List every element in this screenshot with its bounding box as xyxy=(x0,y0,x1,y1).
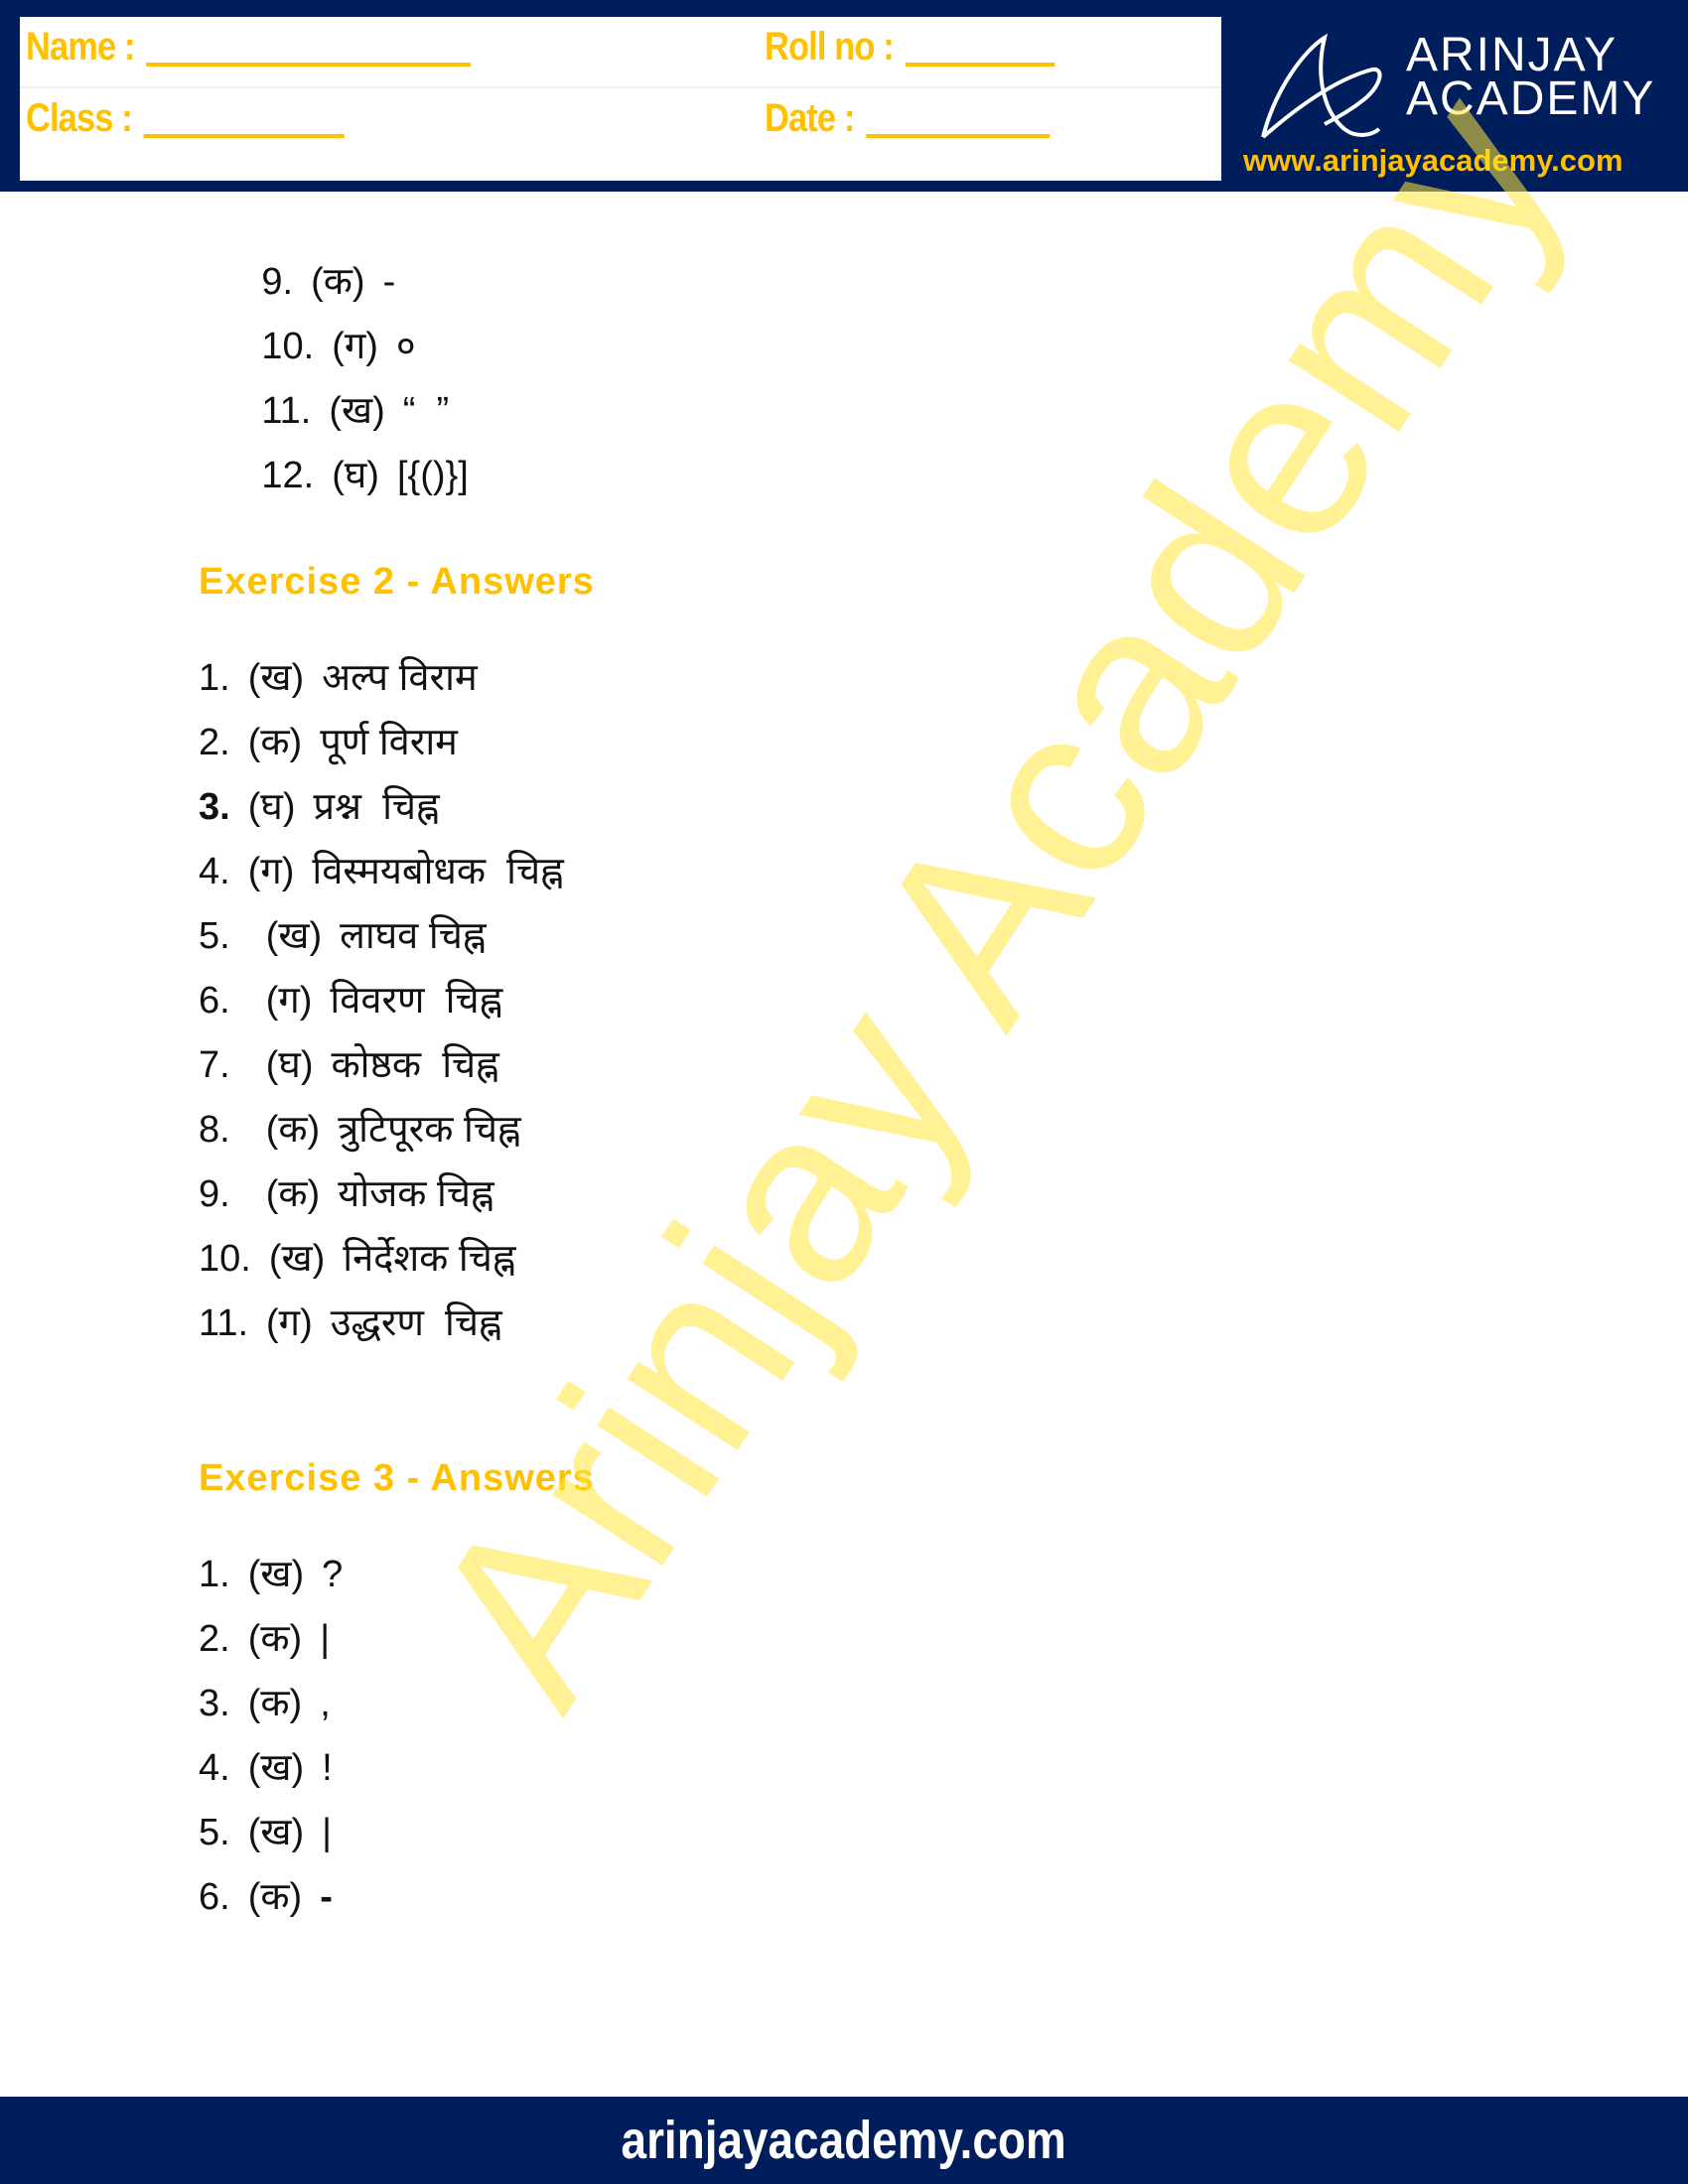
list-item: 4. (ख)! xyxy=(199,1740,333,1792)
brand-name: ARINJAY ACADEMY xyxy=(1406,29,1656,125)
item-number: 12. xyxy=(261,455,315,496)
roll-no-label: Roll no : xyxy=(765,24,895,68)
item-answer: त्रुटिपूरक चिह्न xyxy=(338,1109,521,1151)
item-answer: अल्प विराम xyxy=(322,657,478,699)
name-field[interactable]: Name : xyxy=(26,17,472,76)
list-item: 10. (ख) निर्देशक चिह्न xyxy=(199,1231,516,1283)
item-answer: कोष्ठक चिह्न xyxy=(331,1044,499,1086)
item-answer: उद्धरण चिह्न xyxy=(330,1302,502,1344)
list-item: 5. (ख) लाघव चिह्न xyxy=(199,908,486,960)
roll-no-field[interactable]: Roll no : xyxy=(765,17,1055,76)
item-option: (ग) xyxy=(266,1302,313,1344)
class-field[interactable]: Class : xyxy=(26,88,345,148)
item-number: 2. xyxy=(199,722,230,763)
brand-name-line1: ARINJAY xyxy=(1406,29,1618,81)
item-number: 11. xyxy=(199,1302,249,1344)
list-item: 1. (ख)? xyxy=(199,1547,343,1598)
item-number: 6. xyxy=(199,980,230,1022)
item-option: (क) xyxy=(247,722,303,763)
item-answer: विस्मयबोधक चिह्न xyxy=(312,851,564,892)
list-item: 7. (घ) कोष्ठक चिह्न xyxy=(199,1037,499,1089)
item-option: (ख) xyxy=(268,1238,326,1280)
item-option: (ग) xyxy=(247,851,295,892)
item-answer: ? xyxy=(322,1554,344,1595)
item-option: (घ) xyxy=(247,786,296,828)
item-answer: योजक चिह्न xyxy=(338,1173,494,1215)
item-option: (क) xyxy=(247,1876,303,1918)
list-item: 4. (ग) विस्मयबोधक चिह्न xyxy=(199,844,564,895)
item-number: 7. xyxy=(199,1044,230,1086)
date-field[interactable]: Date : xyxy=(765,88,1051,148)
brand-name-line2: ACADEMY xyxy=(1406,72,1656,125)
item-answer: ! xyxy=(322,1747,333,1789)
exercise-3-heading: Exercise 3 - Answers xyxy=(199,1457,595,1499)
item-answer: | xyxy=(322,1812,332,1853)
list-item: 5. (ख) | xyxy=(199,1805,332,1856)
brand-block: ARINJAY ACADEMY www.arinjayacademy.com xyxy=(1231,20,1688,189)
student-info-form: Name : Roll no : Class : Date : xyxy=(20,17,1221,181)
item-number: 5. xyxy=(199,915,230,957)
list-item: 6. (ग) विवरण चिह्न xyxy=(199,973,502,1024)
arinjay-logo-icon xyxy=(1261,33,1382,139)
form-row-2: Class : Date : xyxy=(20,88,1221,158)
item-answer: लाघव चिह्न xyxy=(340,915,487,957)
form-row-1: Name : Roll no : xyxy=(20,17,1221,88)
item-number: 4. xyxy=(199,1747,230,1789)
item-number: 10. xyxy=(199,1238,251,1280)
item-answer: , xyxy=(320,1683,331,1724)
item-option: (ग) xyxy=(265,980,313,1022)
list-item: 2. (क) | xyxy=(199,1611,330,1663)
roll-no-blank[interactable] xyxy=(905,27,1055,67)
item-number: 1. xyxy=(199,657,230,699)
name-label: Name : xyxy=(26,24,135,68)
page-footer: arinjayacademy.com xyxy=(0,2097,1688,2184)
item-option: (क) xyxy=(247,1618,303,1660)
class-label: Class : xyxy=(26,95,133,140)
item-answer: [{()}] xyxy=(396,455,469,496)
item-option: (घ) xyxy=(332,455,379,496)
name-blank[interactable] xyxy=(146,27,472,67)
list-item: 3. (क), xyxy=(199,1676,331,1727)
item-number: 8. xyxy=(199,1109,230,1151)
item-option: (ख) xyxy=(247,1812,305,1853)
item-number: 3. xyxy=(199,786,230,828)
list-item: 11. (ग) उद्धरण चिह्न xyxy=(199,1296,502,1347)
item-number: 1. xyxy=(199,1554,230,1595)
list-item: 3. (घ) प्रश्न चिह्न xyxy=(199,779,440,831)
list-item: 1. (ख) अल्प विराम xyxy=(199,650,478,702)
item-number: 6. xyxy=(199,1876,230,1918)
item-answer: पूर्ण विराम xyxy=(320,722,458,763)
class-blank[interactable] xyxy=(143,98,345,138)
list-item: 2. (क) पूर्ण विराम xyxy=(199,715,458,766)
date-blank[interactable] xyxy=(866,98,1051,138)
page-header: Name : Roll no : Class : Date : ARINJAY … xyxy=(0,0,1688,192)
item-number: 9. xyxy=(199,1173,230,1215)
item-number: 5. xyxy=(199,1812,230,1853)
item-option: (क) xyxy=(265,1109,321,1151)
item-answer: विवरण चिह्न xyxy=(330,980,503,1022)
list-item: 8. (क) त्रुटिपूरक चिह्न xyxy=(199,1102,521,1154)
list-item: 6. (क) - xyxy=(199,1869,333,1921)
item-option: (क) xyxy=(247,1683,303,1724)
item-option: (ख) xyxy=(247,657,305,699)
item-option: (ख) xyxy=(265,915,323,957)
footer-url[interactable]: arinjayacademy.com xyxy=(622,2110,1066,2171)
item-number: 3. xyxy=(199,1683,230,1724)
list-item: 9. (क) योजक चिह्न xyxy=(199,1166,494,1218)
item-option: (ख) xyxy=(247,1747,305,1789)
item-answer: | xyxy=(320,1618,331,1660)
item-answer: - xyxy=(320,1876,333,1918)
item-number: 4. xyxy=(199,851,230,892)
brand-url[interactable]: www.arinjayacademy.com xyxy=(1243,143,1623,179)
date-label: Date : xyxy=(765,95,855,140)
item-answer: प्रश्न चिह्न xyxy=(313,786,440,828)
item-option: (ख) xyxy=(247,1554,305,1595)
item-option: (घ) xyxy=(265,1044,314,1086)
list-item: 12. (घ) [{()}] xyxy=(199,405,469,542)
item-option: (क) xyxy=(265,1173,321,1215)
item-number: 2. xyxy=(199,1618,230,1660)
watermark: Arinjay Academy xyxy=(374,46,1615,1748)
exercise-2-heading: Exercise 2 - Answers xyxy=(199,561,595,603)
item-answer: निर्देशक चिह्न xyxy=(343,1238,516,1280)
